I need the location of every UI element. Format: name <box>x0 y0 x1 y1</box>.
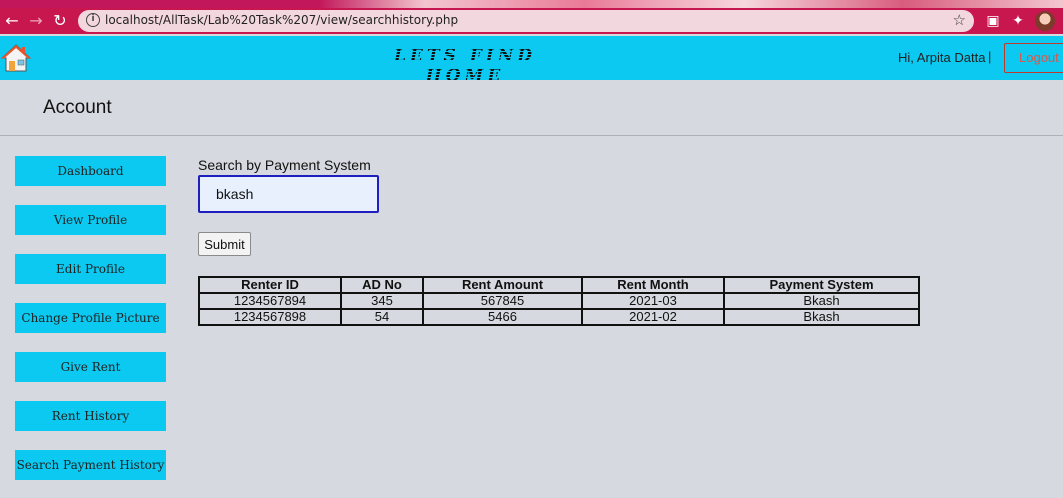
column-header: Rent Amount <box>422 276 583 294</box>
arrow-left-icon[interactable]: ← <box>2 11 22 31</box>
table-cell: 5466 <box>422 308 583 326</box>
payment-system-search-input[interactable] <box>198 175 379 213</box>
sidebar-item-view-profile[interactable]: View Profile <box>15 205 166 235</box>
arrow-right-icon[interactable]: → <box>26 11 46 31</box>
table-row: 1234567898 54 5466 2021-02 Bkash <box>198 308 920 326</box>
logout-button[interactable]: Logout <box>1004 43 1063 73</box>
table-cell: 1234567898 <box>198 308 342 326</box>
table-cell: 54 <box>340 308 424 326</box>
column-header: Renter ID <box>198 276 342 294</box>
reload-icon[interactable]: ↻ <box>50 11 70 31</box>
app-header: LETS FIND HOME Hi, Arpita Datta | Logout <box>0 36 1063 86</box>
table-cell: 1234567894 <box>198 292 342 310</box>
sidebar-item-dashboard[interactable]: Dashboard <box>15 156 166 186</box>
search-label: Search by Payment System <box>198 157 371 173</box>
url-text[interactable]: localhost/AllTask/Lab%20Task%207/view/se… <box>105 13 458 27</box>
table-cell: 345 <box>340 292 424 310</box>
browser-tab-strip <box>0 0 1063 8</box>
table-cell: Bkash <box>723 292 920 310</box>
user-greeting: Hi, Arpita Datta <box>898 50 986 65</box>
table-cell: 2021-03 <box>581 292 725 310</box>
puzzle-icon[interactable]: ✦ <box>1009 12 1027 30</box>
browser-toolbar: ← → ↻ i localhost/AllTask/Lab%20Task%207… <box>0 8 1063 34</box>
header-divider: | <box>988 49 992 64</box>
table-header-row: Renter ID AD No Rent Amount Rent Month P… <box>198 276 920 294</box>
home-logo-icon[interactable] <box>0 42 32 74</box>
avatar[interactable] <box>1035 11 1055 31</box>
column-header: Rent Month <box>581 276 725 294</box>
sidebar-item-search-payment-history[interactable]: Search Payment History <box>15 450 166 480</box>
star-icon[interactable]: ☆ <box>953 11 966 29</box>
column-header: Payment System <box>723 276 920 294</box>
sidebar-item-rent-history[interactable]: Rent History <box>15 401 166 431</box>
sidebar-item-give-rent[interactable]: Give Rent <box>15 352 166 382</box>
payment-history-table: Renter ID AD No Rent Amount Rent Month P… <box>198 276 920 326</box>
table-cell: 567845 <box>422 292 583 310</box>
pocket-icon[interactable]: ▣ <box>984 12 1002 30</box>
column-header: AD No <box>340 276 424 294</box>
info-icon[interactable]: i <box>86 13 100 27</box>
account-strip: Account <box>0 80 1063 136</box>
brand-title: LETS FIND HOME <box>360 46 570 86</box>
sidebar-item-edit-profile[interactable]: Edit Profile <box>15 254 166 284</box>
table-cell: Bkash <box>723 308 920 326</box>
address-bar[interactable]: i localhost/AllTask/Lab%20Task%207/view/… <box>78 10 974 32</box>
table-row: 1234567894 345 567845 2021-03 Bkash <box>198 292 920 310</box>
table-cell: 2021-02 <box>581 308 725 326</box>
page-title: Account <box>43 97 112 118</box>
sidebar-item-change-profile-picture[interactable]: Change Profile Picture <box>15 303 166 333</box>
submit-button[interactable]: Submit <box>198 232 251 256</box>
